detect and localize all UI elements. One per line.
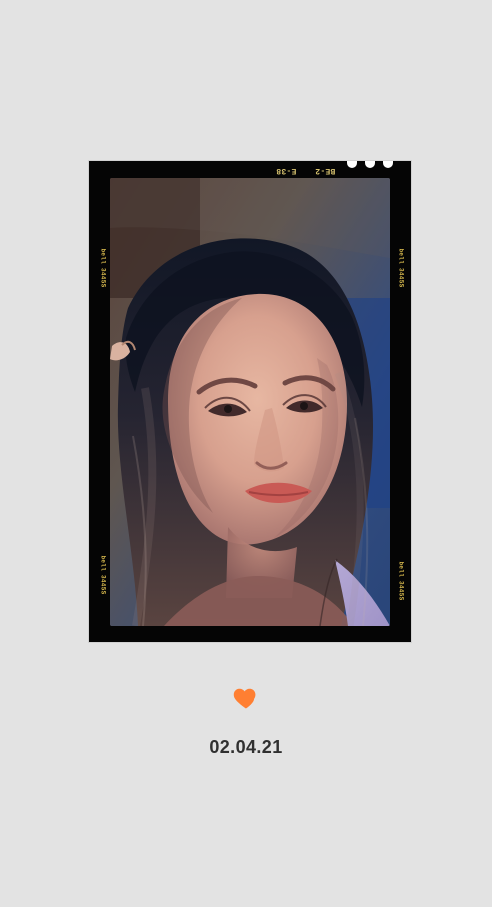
- date-caption: 02.04.21: [209, 737, 283, 757]
- film-frame: E-38 BE-2 bell 3445S bell 3445S bell 344…: [89, 161, 411, 642]
- story-canvas: E-38 BE-2 bell 3445S bell 3445S bell 344…: [0, 0, 492, 907]
- sprocket-hole: [365, 161, 375, 168]
- sprocket-hole: [347, 161, 357, 168]
- film-code-top-left: E-38: [276, 166, 297, 175]
- portrait-photo-illustration: [110, 178, 390, 626]
- film-side-code-left-upper: bell 3445S: [99, 248, 107, 288]
- film-side-code-right-upper: bell 3445S: [397, 248, 405, 288]
- sprocket-hole: [383, 161, 393, 168]
- film-code-top-right: BE-2: [315, 166, 336, 175]
- heart-icon: [232, 684, 260, 712]
- portrait-photo: [110, 178, 390, 626]
- film-side-code-right-lower: bell 3445S: [397, 561, 405, 601]
- film-side-code-left-lower: bell 3445S: [99, 555, 107, 595]
